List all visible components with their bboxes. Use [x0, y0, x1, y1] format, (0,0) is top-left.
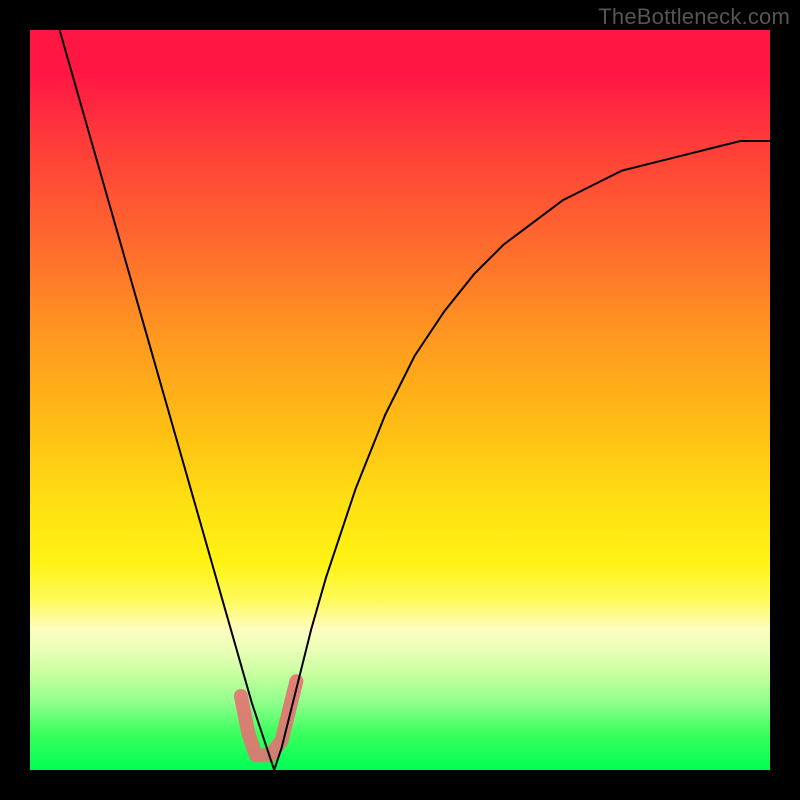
watermark-text: TheBottleneck.com [598, 4, 790, 30]
chart-container: TheBottleneck.com [0, 0, 800, 800]
curve-layer [30, 30, 770, 770]
plot-area [30, 30, 770, 770]
bottleneck-curve-path [60, 30, 770, 770]
